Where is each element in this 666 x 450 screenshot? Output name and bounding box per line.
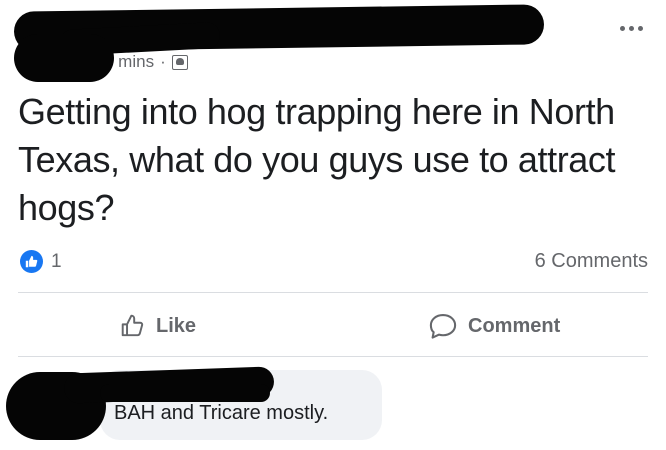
divider [18, 356, 648, 357]
redaction-mark [100, 384, 270, 402]
like-label: Like [156, 314, 197, 337]
post-text: Getting into hog trapping here in North … [18, 91, 616, 228]
friends-icon[interactable] [171, 54, 188, 70]
post-meta: 7 mins · [104, 52, 188, 72]
speech-bubble-icon [429, 313, 457, 339]
divider [18, 292, 648, 293]
more-options-icon[interactable] [620, 26, 643, 31]
comments-count-link[interactable]: 6 Comments [535, 250, 648, 273]
reaction-count: 1 [51, 250, 62, 272]
redaction-mark [14, 34, 114, 82]
thumbs-up-icon [20, 250, 43, 273]
like-button[interactable]: Like [120, 308, 196, 344]
thumbs-up-icon [121, 314, 144, 337]
reaction-summary[interactable]: 1 [20, 250, 62, 273]
meta-separator: · [160, 52, 166, 71]
comment-label: Comment [468, 314, 561, 337]
comment-button[interactable]: Comment [428, 308, 560, 344]
comment-text: BAH and Tricare mostly. [114, 402, 329, 424]
